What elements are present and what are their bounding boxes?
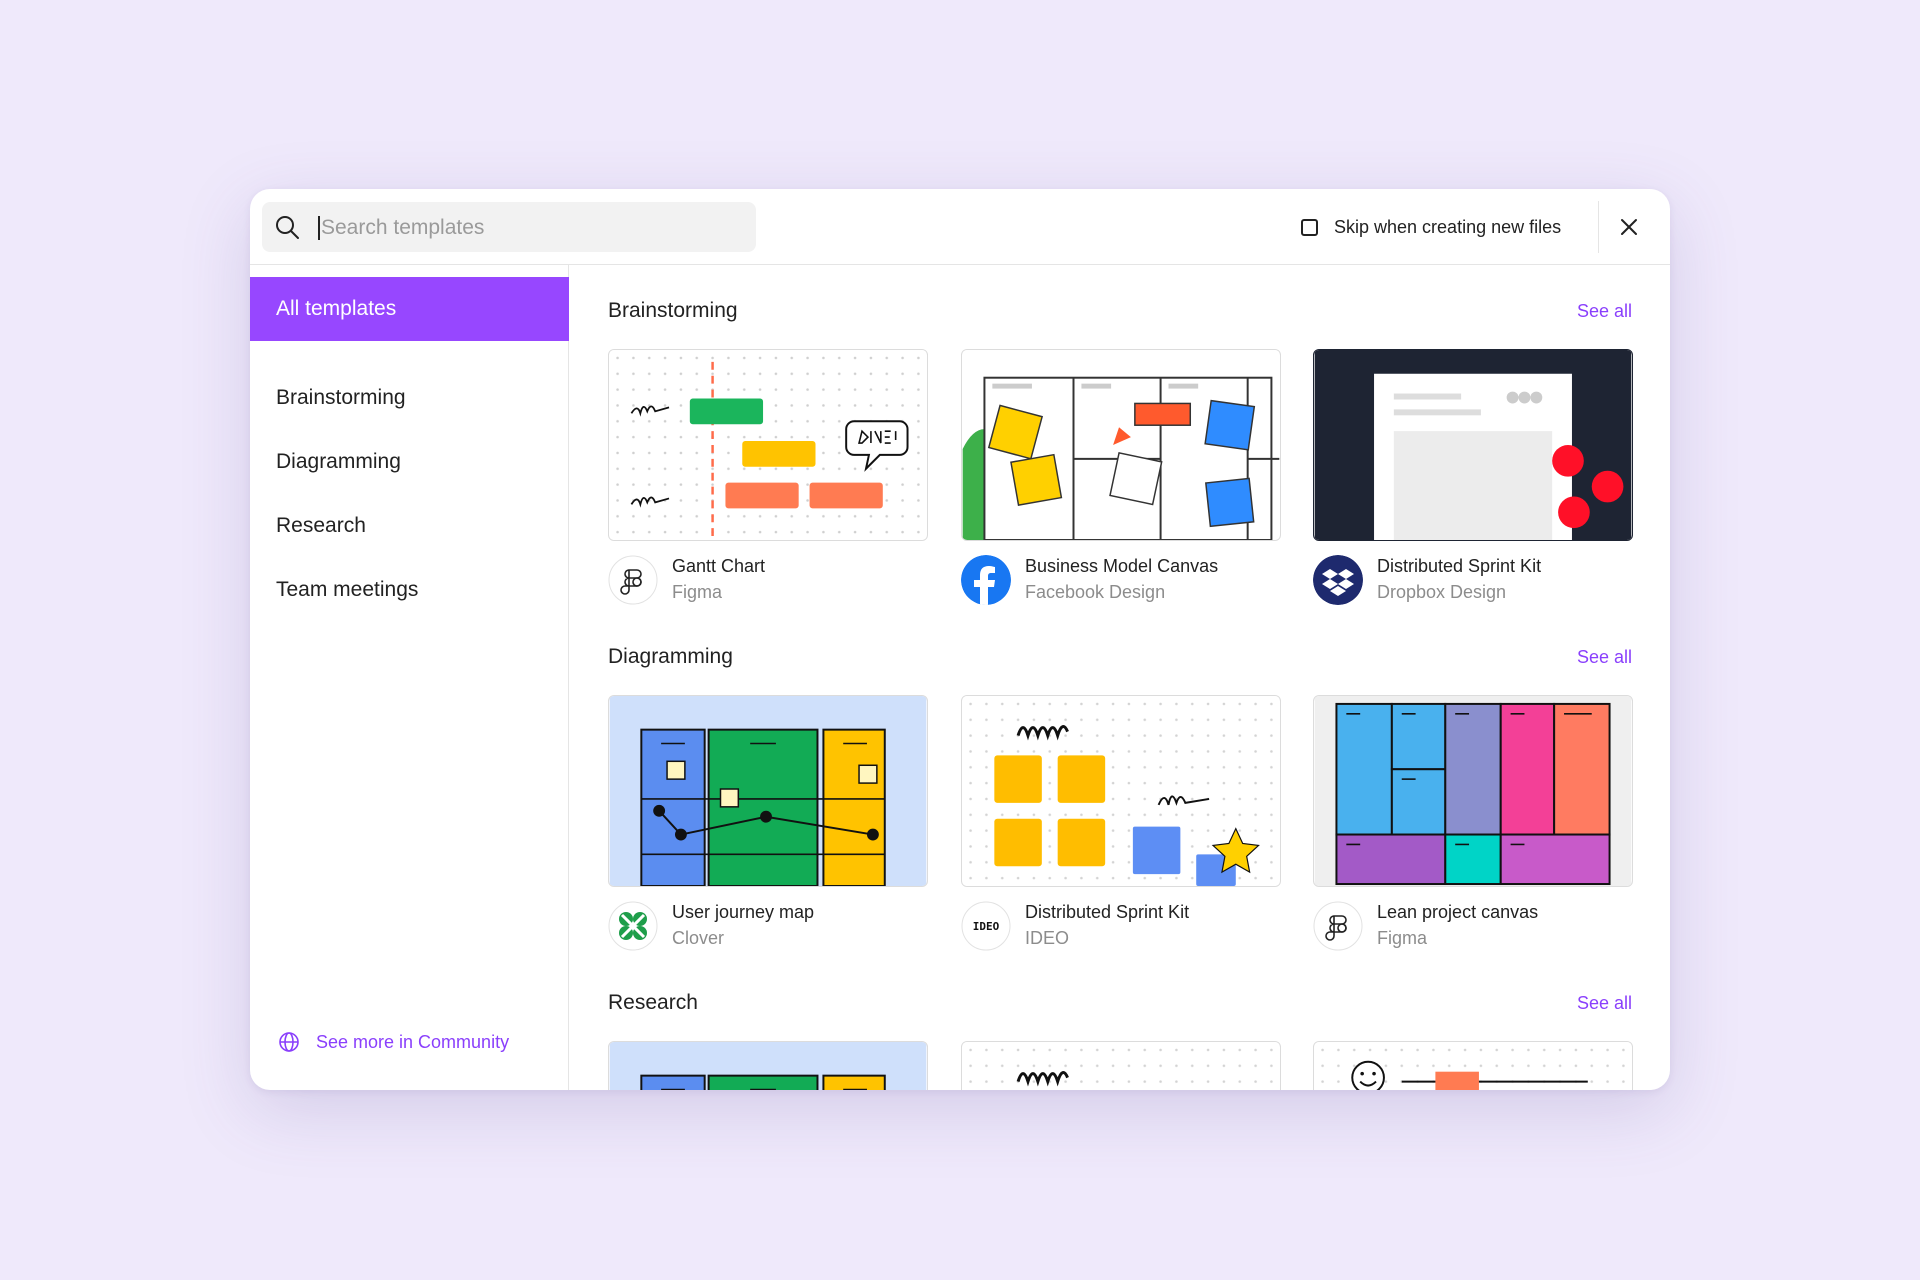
sidebar: All templates Brainstorming Diagramming …: [250, 265, 569, 1090]
ideo-logo-text: IDEO: [973, 920, 1000, 933]
search-box[interactable]: [262, 202, 756, 252]
gantt-chart-illustration: [609, 350, 927, 540]
template-thumbnail[interactable]: [608, 1041, 928, 1090]
template-name: Lean project canvas: [1377, 902, 1539, 922]
user-journey-map-illustration: [609, 696, 927, 886]
template-name: User journey map: [672, 902, 815, 922]
template-name: Distributed Sprint Kit: [1025, 902, 1190, 922]
sidebar-item-team-meetings[interactable]: Team meetings: [250, 558, 569, 622]
template-meta: Distributed Sprint Kit Dropbox Design: [1313, 551, 1633, 607]
community-link[interactable]: See more in Community: [278, 1031, 509, 1053]
template-thumbnail[interactable]: [608, 695, 928, 887]
section-title-brainstorming: Brainstorming: [608, 299, 738, 322]
close-icon[interactable]: [1615, 213, 1643, 241]
figma-logo-icon: [608, 555, 658, 605]
template-author: IDEO: [1025, 928, 1070, 948]
distributed-sprint-kit-illustration: [1314, 350, 1632, 540]
template-author: Figma: [1377, 928, 1428, 948]
clover-logo-icon: [608, 901, 658, 951]
template-name: Distributed Sprint Kit: [1377, 556, 1542, 576]
sidebar-item-all-templates[interactable]: All templates: [250, 277, 569, 341]
divider: [1598, 201, 1599, 253]
globe-icon: [279, 1032, 299, 1052]
template-name: Gantt Chart: [672, 556, 766, 576]
search-icon: [276, 216, 299, 239]
template-gallery: Brainstorming See all Gantt Chart Figma …: [569, 265, 1670, 1090]
template-meta: Business Model Canvas Facebook Design: [961, 551, 1281, 607]
journey-map-illustration: [609, 1042, 927, 1090]
template-author: Facebook Design: [1025, 582, 1166, 602]
template-thumbnail[interactable]: [961, 349, 1281, 541]
lean-project-canvas-illustration: [1314, 696, 1632, 886]
see-all-diagramming[interactable]: See all: [1577, 647, 1632, 668]
see-all-research[interactable]: See all: [1577, 993, 1632, 1014]
template-thumbnail[interactable]: [1313, 1041, 1633, 1090]
search-input[interactable]: [318, 216, 743, 240]
template-thumbnail[interactable]: [608, 349, 928, 541]
figma-logo-icon: [1313, 901, 1363, 951]
business-model-canvas-illustration: [962, 350, 1280, 540]
template-meta: User journey map Clover: [608, 897, 928, 953]
sidebar-item-brainstorming[interactable]: Brainstorming: [250, 366, 569, 430]
top-bar: Skip when creating new files: [250, 189, 1670, 265]
template-meta: Lean project canvas Figma: [1313, 897, 1633, 953]
template-thumbnail[interactable]: [961, 695, 1281, 887]
template-author: Dropbox Design: [1377, 582, 1507, 602]
template-author: Clover: [672, 928, 725, 948]
template-meta: Gantt Chart Figma: [608, 551, 928, 607]
sidebar-item-research[interactable]: Research: [250, 494, 569, 558]
dropbox-logo-icon: [1313, 555, 1363, 605]
facebook-logo-icon: [961, 555, 1011, 605]
section-title-research: Research: [608, 991, 698, 1014]
see-all-brainstorming[interactable]: See all: [1577, 301, 1632, 322]
template-thumbnail[interactable]: [1313, 695, 1633, 887]
sidebar-item-diagramming[interactable]: Diagramming: [250, 430, 569, 494]
section-title-diagramming: Diagramming: [608, 645, 733, 668]
template-name: Business Model Canvas: [1025, 556, 1219, 576]
distributed-sprint-kit-ideo-illustration: [962, 696, 1280, 886]
template-picker-dialog: Skip when creating new files All templat…: [250, 189, 1670, 1090]
skip-option[interactable]: Skip when creating new files: [1301, 216, 1561, 238]
template-thumbnail[interactable]: [1313, 349, 1633, 541]
template-author: Figma: [672, 582, 723, 602]
template-thumbnail[interactable]: [961, 1041, 1281, 1090]
sprint-kit-illustration: [962, 1042, 1280, 1090]
research-timeline-illustration: [1314, 1042, 1632, 1090]
community-link-label: See more in Community: [316, 1031, 510, 1052]
ideo-logo-icon: IDEO: [961, 901, 1011, 951]
skip-label: Skip when creating new files: [1334, 216, 1562, 237]
skip-checkbox[interactable]: [1301, 218, 1318, 236]
template-meta: IDEO Distributed Sprint Kit IDEO: [961, 897, 1281, 953]
